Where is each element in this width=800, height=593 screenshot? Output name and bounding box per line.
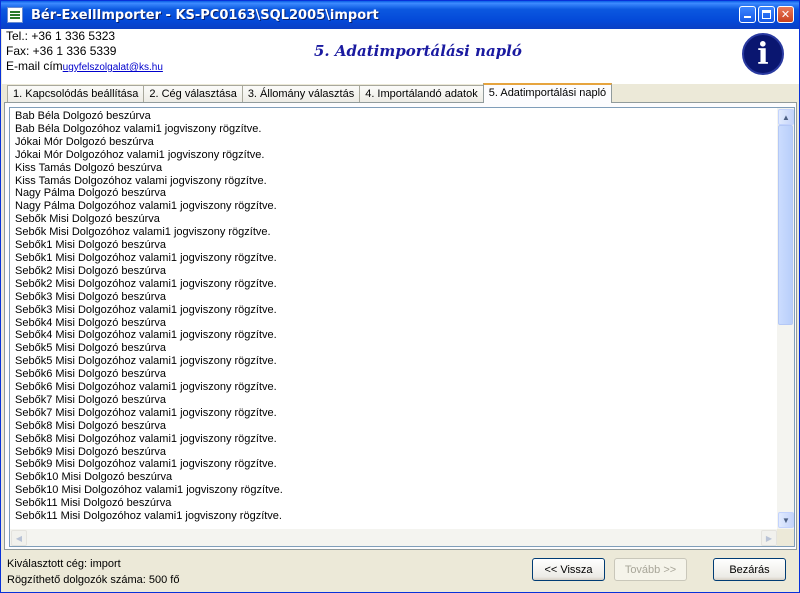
tab-file-selection[interactable]: 3. Állomány választás: [241, 85, 361, 103]
log-line: Sebők11 Misi Dolgozóhoz valami1 jogviszo…: [15, 510, 282, 523]
status-area: Kiválasztott cég: import Rögzíthető dolg…: [7, 556, 179, 588]
log-line: Sebők3 Misi Dolgozó beszúrva: [15, 290, 167, 303]
log-line: Sebők4 Misi Dolgozóhoz valami1 jogviszon…: [15, 329, 277, 342]
log-line: Sebők5 Misi Dolgozó beszúrva: [15, 342, 167, 355]
log-line: Kiss Tamás Dolgozóhoz valami jogviszony …: [15, 174, 267, 187]
log-line: Sebők6 Misi Dolgozóhoz valami1 jogviszon…: [15, 381, 277, 394]
tab-company-selection[interactable]: 2. Cég választása: [143, 85, 243, 103]
log-line: Nagy Pálma Dolgozó beszúrva: [15, 187, 167, 200]
log-line: Sebők8 Misi Dolgozóhoz valami1 jogviszon…: [15, 432, 277, 445]
tab-import-data[interactable]: 4. Importálandó adatok: [359, 85, 484, 103]
log-line: Sebők8 Misi Dolgozó beszúrva: [15, 419, 167, 432]
header-panel: Tel.: +36 1 336 5323 Fax: +36 1 336 5339…: [2, 29, 799, 84]
log-line: Nagy Pálma Dolgozóhoz valami1 jogviszony…: [15, 200, 277, 213]
log-line: Kiss Tamás Dolgozó beszúrva: [15, 161, 163, 174]
log-line: Sebők Misi Dolgozó beszúrva: [15, 213, 160, 226]
close-window-button[interactable]: ✕: [777, 6, 794, 23]
selected-company-text: Kiválasztott cég: import: [7, 558, 121, 570]
log-line: Sebők9 Misi Dolgozóhoz valami1 jogviszon…: [15, 458, 277, 471]
title-bar[interactable]: Bér-ExellImporter - KS-PC0163\SQL2005\im…: [1, 1, 799, 29]
log-line: Bab Béla Dolgozó beszúrva: [15, 110, 151, 122]
back-button[interactable]: << Vissza: [532, 558, 605, 581]
vertical-scroll-thumb[interactable]: [778, 125, 793, 325]
log-line: Sebők11 Misi Dolgozó beszúrva: [15, 497, 172, 510]
minimize-button[interactable]: [739, 6, 756, 23]
tab-connection-settings[interactable]: 1. Kapcsolódás beállítása: [7, 85, 145, 103]
log-line: Sebők9 Misi Dolgozó beszúrva: [15, 445, 167, 458]
window-title: Bér-ExellImporter - KS-PC0163\SQL2005\im…: [31, 7, 379, 23]
vertical-scrollbar[interactable]: ▲ ▼: [777, 108, 794, 529]
fax-number: Fax: +36 1 336 5339: [6, 44, 117, 58]
log-line: Sebők1 Misi Dolgozóhoz valami1 jogviszon…: [15, 251, 277, 264]
scroll-right-button[interactable]: ▶: [761, 530, 777, 546]
horizontal-scrollbar[interactable]: ◀ ▶: [10, 529, 778, 546]
tab-panel-import-log: Bab Béla Dolgozó beszúrva Bab Béla Dolgoz…: [4, 102, 797, 550]
main-window: Bér-ExellImporter - KS-PC0163\SQL2005\im…: [0, 0, 800, 593]
log-line: Sebők Misi Dolgozóhoz valami1 jogviszony…: [15, 226, 271, 239]
log-line: Sebők3 Misi Dolgozóhoz valami1 jogviszon…: [15, 303, 277, 316]
log-line: Sebők10 Misi Dolgozó beszúrva: [15, 471, 173, 484]
email-row: E-mail címugyfelszolgalat@ks.hu: [6, 59, 163, 75]
next-button[interactable]: Tovább >>: [614, 558, 687, 581]
contact-info: Tel.: +36 1 336 5323 Fax: +36 1 336 5339…: [6, 29, 163, 75]
maximize-icon: [762, 10, 771, 19]
log-line: Sebők7 Misi Dolgozó beszúrva: [15, 393, 167, 406]
log-line: Sebők1 Misi Dolgozó beszúrva: [15, 239, 167, 252]
log-line: Sebők4 Misi Dolgozó beszúrva: [15, 316, 167, 329]
log-line: Sebők6 Misi Dolgozó beszúrva: [15, 368, 167, 381]
phone-number: Tel.: +36 1 336 5323: [6, 29, 116, 43]
log-lines: Bab Béla Dolgozó beszúrva Bab Béla Dolgoz…: [15, 110, 775, 523]
scroll-left-button[interactable]: ◀: [11, 530, 27, 546]
log-line: Jókai Mór Dolgozóhoz valami1 jogviszony …: [15, 148, 265, 161]
scroll-down-button[interactable]: ▼: [778, 512, 794, 528]
log-line: Sebők10 Misi Dolgozóhoz valami1 jogviszo…: [15, 484, 283, 497]
email-link[interactable]: ugyfelszolgalat@ks.hu: [63, 62, 163, 73]
app-icon[interactable]: [7, 7, 23, 23]
info-icon: i: [742, 33, 784, 75]
log-line: Sebők7 Misi Dolgozóhoz valami1 jogviszon…: [15, 406, 277, 419]
log-line: Sebők5 Misi Dolgozóhoz valami1 jogviszon…: [15, 355, 277, 368]
minimize-icon: [744, 16, 751, 18]
employee-count-text: Rögzíthető dolgozók száma: 500 fő: [7, 574, 180, 586]
maximize-button[interactable]: [758, 6, 775, 23]
tab-bar: 1. Kapcsolódás beállítása 2. Cég választ…: [7, 83, 613, 103]
close-button[interactable]: Bezárás: [713, 558, 786, 581]
tab-import-log[interactable]: 5. Adatimportálási napló: [482, 83, 613, 103]
page-title: 5. Adatimportálási napló: [314, 42, 522, 60]
email-label: E-mail cím: [6, 59, 63, 73]
log-line: Sebők2 Misi Dolgozóhoz valami1 jogviszon…: [15, 277, 277, 290]
log-line: Sebők2 Misi Dolgozó beszúrva: [15, 264, 167, 277]
window-controls: ✕: [739, 6, 794, 23]
log-line: Bab Béla Dolgozóhoz valami1 jogviszony r…: [15, 122, 262, 135]
scrollbar-corner: [777, 529, 794, 546]
scroll-up-button[interactable]: ▲: [778, 109, 794, 125]
log-line: Jókai Mór Dolgozó beszúrva: [15, 135, 154, 148]
close-icon: ✕: [780, 8, 791, 21]
import-log-textbox[interactable]: Bab Béla Dolgozó beszúrva Bab Béla Dolgoz…: [9, 107, 795, 547]
